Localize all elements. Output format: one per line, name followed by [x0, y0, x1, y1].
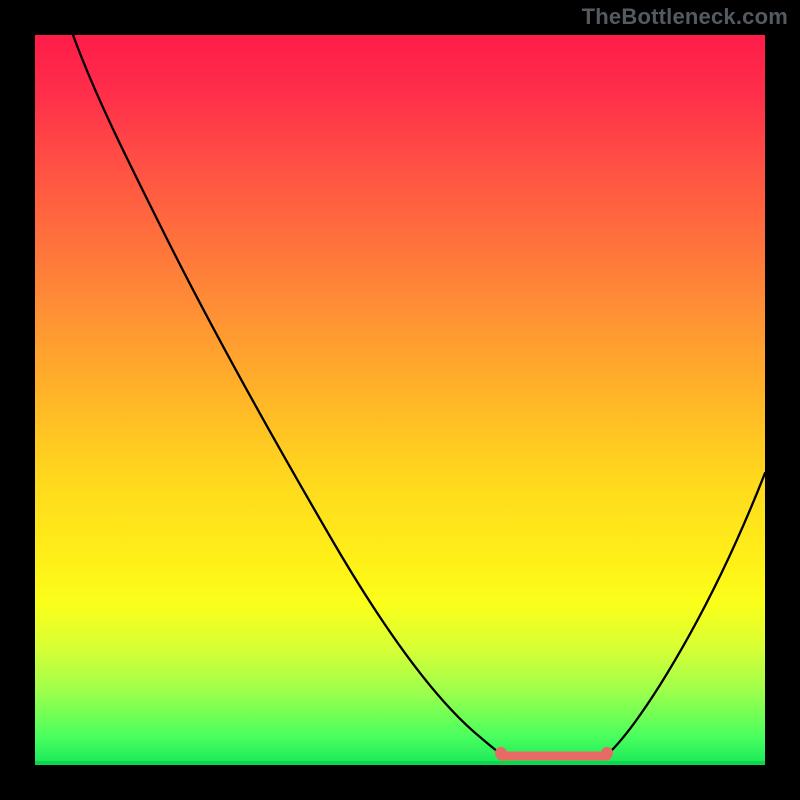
optimal-range-end-dot [601, 747, 613, 759]
chart-frame: TheBottleneck.com [0, 0, 800, 800]
watermark-text: TheBottleneck.com [582, 4, 788, 30]
optimal-range-start-dot [495, 747, 507, 759]
plot-area [35, 35, 765, 765]
curve-right-branch [611, 473, 765, 751]
curve-left-branch [73, 35, 497, 751]
bottleneck-curve [35, 35, 765, 765]
